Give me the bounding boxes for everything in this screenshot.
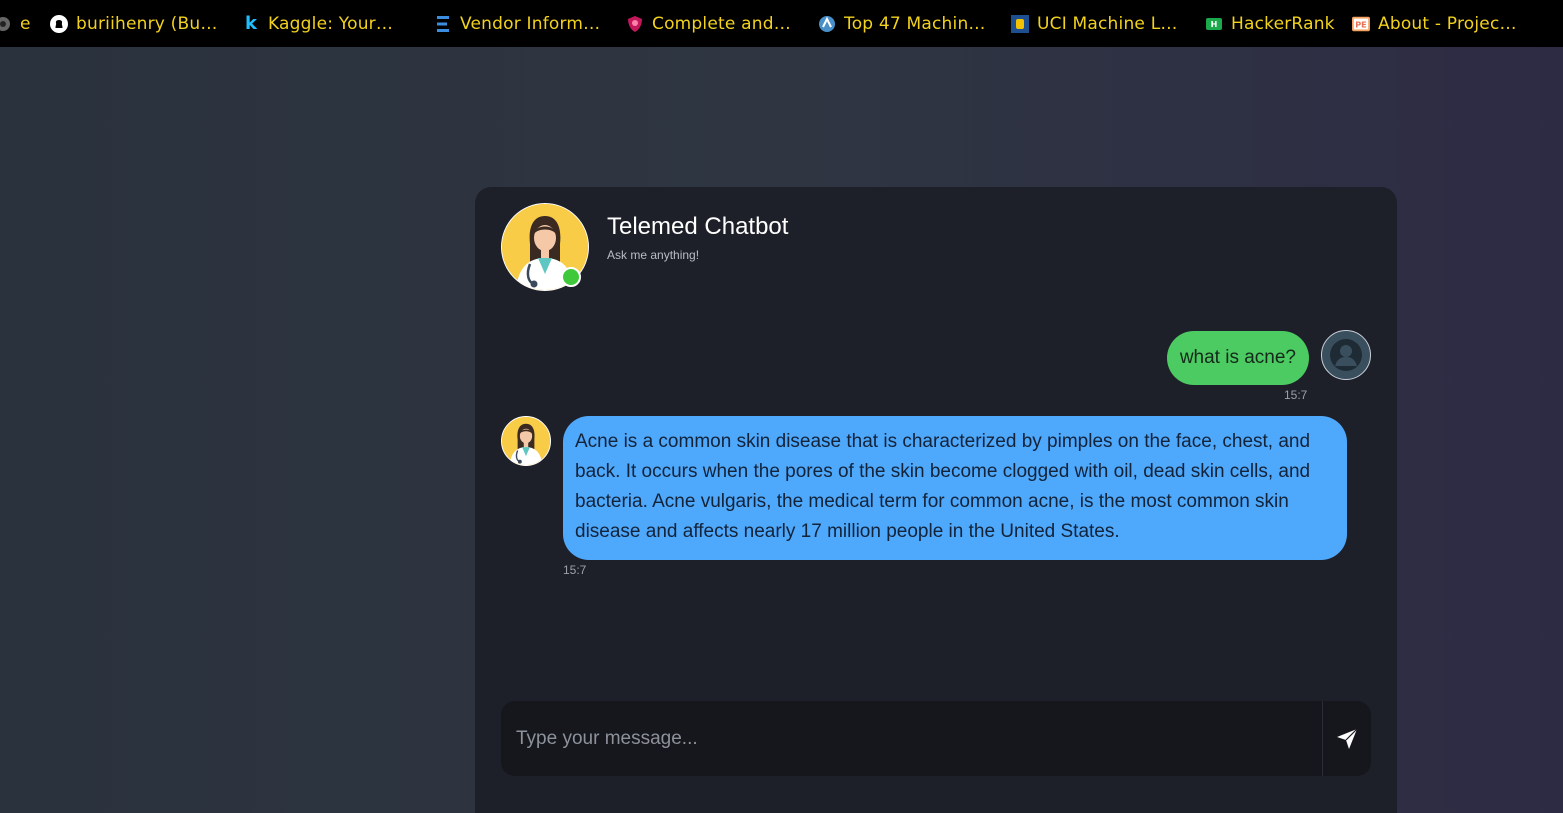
bookmark-label: Kaggle: Your…: [268, 13, 394, 34]
bookmark-label: e: [20, 13, 31, 34]
bot-message-bubble: Acne is a common skin disease that is ch…: [563, 416, 1347, 560]
user-avatar: [1321, 330, 1371, 380]
bot-avatar: [501, 416, 551, 466]
send-icon: [1337, 728, 1358, 749]
bookmark-label: buriihenry (Bu…: [76, 13, 218, 34]
pe-icon: PE: [1352, 15, 1370, 33]
send-button[interactable]: [1322, 701, 1371, 776]
chat-title: Telemed Chatbot: [607, 213, 789, 240]
bookmark-item[interactable]: Complete and…: [626, 0, 791, 47]
svg-text:PE: PE: [1355, 19, 1366, 29]
bookmark-item[interactable]: H HackerRank: [1205, 0, 1335, 47]
hackerrank-icon: H: [1205, 15, 1223, 33]
chat-subtitle: Ask me anything!: [607, 248, 700, 262]
bookmark-label: About - Projec…: [1378, 13, 1517, 34]
bookmark-item[interactable]: e: [0, 0, 31, 47]
chat-window: Telemed Chatbot Ask me anything! what is…: [475, 187, 1397, 813]
bookmark-label: Top 47 Machin…: [844, 13, 986, 34]
bookmark-item[interactable]: PE About - Projec…: [1352, 0, 1517, 47]
uci-icon: [1011, 14, 1029, 33]
bookmark-item[interactable]: k Kaggle: Your…: [242, 0, 393, 47]
message-composer: [501, 701, 1371, 776]
bookmark-label: Complete and…: [652, 13, 791, 34]
bookmark-item[interactable]: UCI Machine L…: [1011, 0, 1178, 47]
online-status-indicator: [561, 267, 581, 287]
bookmark-item[interactable]: Vendor Inform…: [434, 0, 600, 47]
message-timestamp: 15:7: [563, 563, 587, 577]
message-input[interactable]: [501, 701, 1322, 776]
github-icon: [50, 14, 68, 33]
user-icon: [1330, 339, 1362, 371]
kaggle-icon: k: [245, 13, 257, 34]
bookmark-label: Vendor Inform…: [460, 13, 601, 34]
bookmarks-bar: e buriihenry (Bu… k Kaggle: Your… Vendor…: [0, 0, 1563, 47]
message-timestamp: 15:7: [1284, 388, 1308, 402]
vendor-icon: [434, 15, 452, 33]
bookmark-label: UCI Machine L…: [1037, 13, 1178, 34]
svg-text:H: H: [1211, 20, 1218, 29]
shield-icon: [626, 15, 644, 33]
globe-icon: [0, 15, 12, 33]
user-message-bubble: what is acne?: [1166, 331, 1309, 385]
globe-icon: [818, 15, 836, 33]
bookmark-label: HackerRank: [1231, 13, 1335, 34]
bookmark-item[interactable]: buriihenry (Bu…: [50, 0, 218, 47]
bookmark-item[interactable]: Top 47 Machin…: [818, 0, 986, 47]
